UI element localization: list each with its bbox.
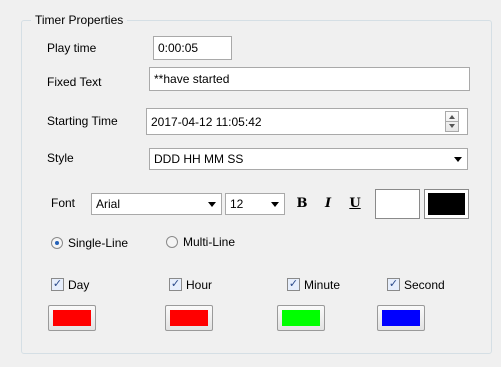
chevron-down-icon [271,202,279,207]
text-color-swatch [428,193,465,215]
fixed-text-label: Fixed Text [47,75,102,89]
minute-label[interactable]: Minute [304,278,340,292]
second-color-button[interactable] [377,305,425,331]
text-color-button[interactable] [424,189,469,219]
style-select[interactable]: DDD HH MM SS [149,148,468,170]
spin-divider [446,121,458,122]
starting-time-label: Starting Time [47,114,118,128]
play-time-input[interactable]: 0:00:05 [153,36,232,60]
day-checkbox[interactable]: ✓ [51,278,64,291]
fixed-text-input[interactable]: **have started [149,67,470,91]
hour-color-button[interactable] [165,305,213,331]
starting-time-input[interactable]: 2017-04-12 11:05:42 [146,108,468,135]
style-label: Style [47,151,74,165]
second-checkbox[interactable]: ✓ [387,278,400,291]
spin-up-icon[interactable] [449,115,455,119]
second-color-swatch [382,310,420,326]
timer-properties-panel: Timer Properties Play time 0:00:05 Fixed… [0,0,501,367]
minute-checkbox[interactable]: ✓ [287,278,300,291]
spin-down-icon[interactable] [449,124,455,128]
single-line-label[interactable]: Single-Line [68,236,128,250]
chevron-down-icon [208,202,216,207]
hour-checkbox[interactable]: ✓ [169,278,182,291]
multi-line-label[interactable]: Multi-Line [183,235,235,249]
font-family-select[interactable]: Arial [91,193,222,215]
font-size-select[interactable]: 12 [225,193,285,215]
day-color-swatch [53,310,91,326]
day-label[interactable]: Day [68,278,89,292]
chevron-down-icon [454,157,462,162]
minute-color-swatch [282,310,320,326]
font-size-value: 12 [230,197,244,211]
style-select-value: DDD HH MM SS [154,152,244,166]
minute-color-button[interactable] [277,305,325,331]
single-line-radio[interactable] [51,237,63,249]
font-label: Font [51,196,76,210]
day-color-button[interactable] [48,305,96,331]
italic-button[interactable]: I [320,197,336,211]
hour-label[interactable]: Hour [186,278,212,292]
play-time-label: Play time [47,41,97,55]
background-color-swatch [379,193,416,215]
underline-button[interactable]: U [347,197,363,211]
second-label[interactable]: Second [404,278,445,292]
starting-time-spinner[interactable] [445,111,459,132]
multi-line-radio[interactable] [166,236,178,248]
bold-button[interactable]: B [294,197,310,211]
group-title: Timer Properties [31,13,128,27]
background-color-button[interactable] [375,189,420,219]
hour-color-swatch [170,310,208,326]
font-family-value: Arial [96,197,121,211]
